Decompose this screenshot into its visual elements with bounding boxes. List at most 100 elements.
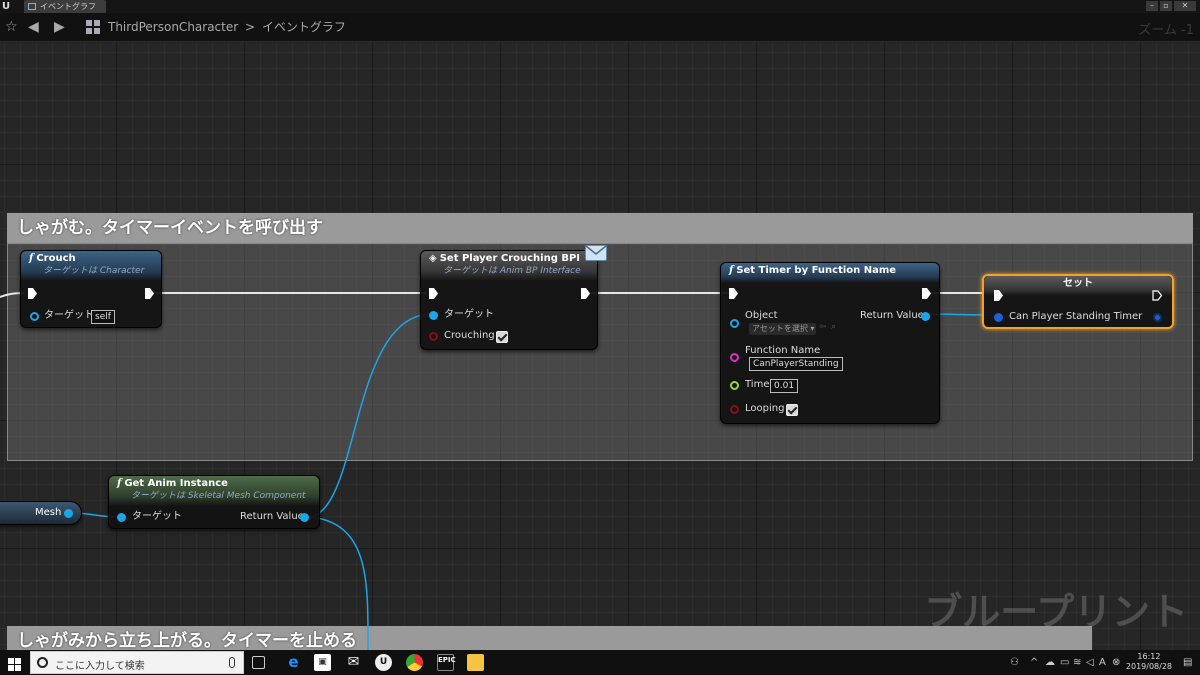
exec-out-pin[interactable] — [921, 288, 932, 299]
target-pin[interactable] — [429, 311, 438, 320]
return-value-pin[interactable] — [300, 513, 309, 522]
monitor-icon[interactable]: ▭ — [1060, 657, 1069, 668]
object-label: Object — [745, 310, 778, 321]
network-cloud-icon[interactable]: ☁ — [1045, 657, 1055, 668]
variable-label: Can Player Standing Timer — [1009, 311, 1143, 322]
object-asset-picker[interactable]: アセットを選択 ▾ — [749, 323, 816, 335]
node-subtitle: ターゲットは Anim BP Interface — [443, 266, 581, 276]
exec-in-pin[interactable] — [993, 290, 1004, 301]
close-button[interactable]: ✕ — [1174, 1, 1196, 11]
unreal-engine-taskbar-icon[interactable]: U — [375, 654, 392, 671]
breadcrumb: ThirdPersonCharacter > イベントグラフ — [108, 20, 346, 34]
wifi-icon[interactable]: ≋ — [1073, 657, 1081, 668]
people-icon[interactable]: ⚇ — [1010, 657, 1019, 668]
time-pin[interactable] — [730, 381, 739, 390]
action-center-notification-icon[interactable]: ▤ — [1183, 657, 1192, 668]
target-pin[interactable] — [117, 513, 126, 522]
microphone-icon[interactable] — [229, 657, 235, 668]
return-value-label: Return Value — [240, 511, 304, 522]
node-header: f Crouch ターゲットは Character — [21, 251, 161, 281]
asset-browse-search-icon[interactable]: ⌕ — [831, 322, 836, 332]
node-title: Set Timer by Function Name — [736, 265, 897, 276]
exec-in-pin[interactable] — [428, 288, 439, 299]
favorite-star-icon[interactable]: ☆ — [5, 19, 18, 35]
blueprint-grid-icon — [86, 20, 100, 38]
forward-arrow-icon[interactable]: ▶ — [54, 19, 65, 35]
exec-in-pin[interactable] — [27, 288, 38, 299]
ime-mode-icon[interactable]: A — [1099, 657, 1106, 668]
crouching-checkbox[interactable] — [496, 331, 508, 343]
function-name-input[interactable]: CanPlayerStanding — [749, 357, 843, 371]
epic-games-launcher-icon[interactable]: EPIC — [437, 654, 456, 671]
mesh-label: Mesh — [35, 507, 62, 518]
function-icon: f — [729, 265, 734, 276]
node-title: Get Anim Instance — [124, 478, 228, 489]
taskbar-clock[interactable]: 16:12 2019/08/28 — [1126, 652, 1172, 672]
exec-out-pin[interactable] — [1152, 290, 1163, 301]
node-set-variable[interactable]: セット Can Player Standing Timer — [982, 274, 1174, 329]
node-title: Crouch — [36, 253, 76, 264]
ime-settings-icon[interactable]: ⊗ — [1112, 657, 1120, 668]
taskbar-search-box[interactable]: ここに入力して検索 — [30, 651, 244, 674]
back-arrow-icon[interactable]: ◀ — [28, 19, 39, 35]
looping-checkbox[interactable] — [786, 404, 798, 416]
looping-label: Looping — [745, 403, 785, 414]
node-title: セット — [1063, 278, 1093, 289]
exec-out-pin[interactable] — [580, 288, 591, 299]
title-bar: U イベントグラフ – ▫ ✕ — [0, 0, 1200, 13]
chrome-browser-icon[interactable] — [406, 654, 423, 671]
maximize-button[interactable]: ▫ — [1160, 1, 1172, 11]
node-header: f Set Timer by Function Name — [721, 263, 939, 283]
node-mesh-getter[interactable]: Mesh — [0, 501, 82, 525]
looping-pin[interactable] — [730, 405, 739, 414]
object-pin[interactable] — [730, 319, 739, 328]
variable-out-pin[interactable] — [1153, 313, 1162, 322]
asset-use-arrow-icon[interactable]: ⇦ — [819, 322, 827, 332]
node-header: セット — [984, 276, 1172, 296]
time-input[interactable]: 0.01 — [770, 379, 799, 393]
show-hidden-icons-chevron-icon[interactable]: ^ — [1030, 657, 1038, 668]
file-explorer-folder-icon[interactable] — [467, 654, 484, 671]
exec-in-pin[interactable] — [728, 288, 739, 299]
clock-time: 16:12 — [1137, 652, 1161, 661]
target-pin[interactable] — [30, 312, 39, 321]
minimize-button[interactable]: – — [1146, 1, 1158, 11]
crouching-pin[interactable] — [429, 332, 438, 341]
return-value-pin[interactable] — [921, 312, 930, 321]
edge-browser-icon[interactable]: e — [285, 654, 302, 671]
target-label: ターゲット — [444, 309, 494, 320]
search-placeholder: ここに入力して検索 — [55, 661, 145, 672]
mesh-output-pin[interactable] — [64, 509, 73, 518]
graph-canvas[interactable]: しゃがむ。タイマーイベントを呼び出す しゃがみから立ち上がる。タイマーを止める — [0, 42, 1200, 650]
function-name-pin[interactable] — [730, 353, 739, 362]
variable-in-pin[interactable] — [994, 313, 1003, 322]
target-value[interactable]: self — [91, 310, 115, 324]
node-subtitle: ターゲットは Skeletal Mesh Component — [131, 491, 306, 501]
volume-speaker-icon[interactable]: ◁ — [1086, 657, 1094, 668]
node-header: f Get Anim Instance ターゲットは Skeletal Mesh … — [109, 476, 319, 506]
node-crouch[interactable]: f Crouch ターゲットは Character ターゲット self — [20, 250, 162, 328]
mail-icon[interactable]: ✉ — [345, 654, 362, 671]
tab-label: イベントグラフ — [40, 2, 96, 11]
task-view-icon[interactable] — [252, 656, 265, 669]
windows-start-icon[interactable] — [8, 656, 21, 671]
node-set-timer-by-function-name[interactable]: f Set Timer by Function Name Object アセットを… — [720, 262, 940, 424]
breadcrumb-graph[interactable]: イベントグラフ — [262, 20, 346, 34]
node-subtitle: ターゲットは Character — [43, 266, 145, 276]
windows-taskbar: ここに入力して検索 e ▣ ✉ U EPIC ⚇ ^ ☁ ▭ ≋ ◁ A ⊗ 1… — [0, 650, 1200, 675]
tab-event-graph[interactable]: イベントグラフ — [24, 0, 106, 13]
time-label: Time — [745, 379, 770, 390]
unreal-editor-window: U イベントグラフ – ▫ ✕ ☆ ◀ ▶ ThirdPersonCharact… — [0, 0, 1200, 675]
message-envelope-icon — [585, 245, 607, 261]
function-name-label: Function Name — [745, 345, 821, 356]
store-bag-icon[interactable]: ▣ — [314, 654, 331, 671]
node-get-anim-instance[interactable]: f Get Anim Instance ターゲットは Skeletal Mesh … — [108, 475, 320, 529]
return-value-label: Return Value — [860, 310, 924, 321]
clock-date: 2019/08/28 — [1125, 662, 1172, 671]
breadcrumb-blueprint[interactable]: ThirdPersonCharacter — [108, 20, 238, 34]
node-set-player-crouching-bpi[interactable]: ◈ Set Player Crouching BPI ターゲットは Anim BP… — [420, 245, 607, 350]
exec-out-pin[interactable] — [144, 288, 155, 299]
function-icon: f — [117, 478, 122, 489]
function-icon: f — [29, 253, 34, 264]
blueprint-watermark: ブループリント — [924, 590, 1188, 634]
